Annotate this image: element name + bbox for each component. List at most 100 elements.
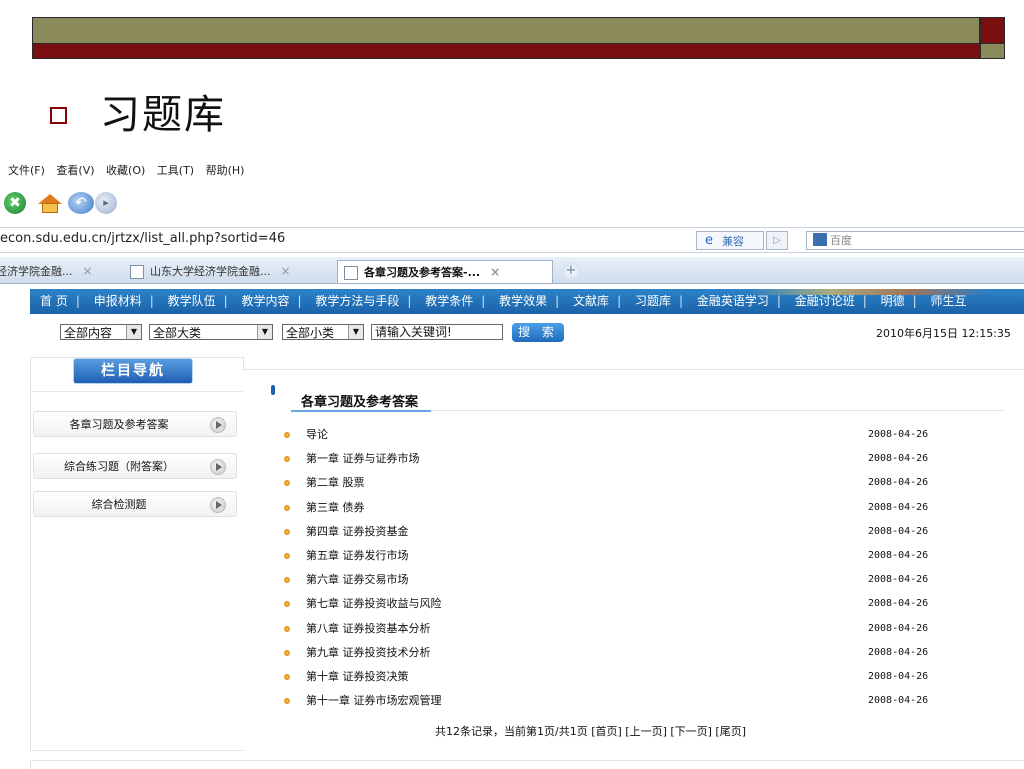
item-link[interactable]: 第二章 股票 (306, 476, 365, 490)
nav-mingde[interactable]: 明德 (881, 294, 905, 308)
sidebar: 栏目导航 各章习题及参考答案 综合练习题（附答案） 综合检测题 (30, 357, 244, 751)
list-item: 第十章 证券投资决策 2008-04-26 (243, 670, 1024, 694)
item-link[interactable]: 第十一章 证券市场宏观管理 (306, 694, 442, 708)
list-item: 第四章 证券投资基金 2008-04-26 (243, 525, 1024, 549)
go-button[interactable]: ▷ (766, 231, 788, 250)
tab-bar: 经济学院金融... × 山东大学经济学院金融... × 各章习题及参考答案-... ×… (0, 257, 1024, 284)
nav-exercises[interactable]: 习题库 (635, 294, 671, 308)
list-item: 第七章 证券投资收益与风险 2008-04-26 (243, 597, 1024, 621)
search-box[interactable]: 百度 (806, 231, 1024, 250)
site-nav: 首 页 | 申报材料 | 教学队伍 | 教学内容 | 教学方法与手段 | 教学条件 | 教学… (30, 289, 1024, 314)
section-title: 各章习题及参考答案 (301, 395, 419, 410)
sidebar-item-comprehensive-tests[interactable]: 综合检测题 (33, 491, 237, 517)
close-tab-icon[interactable]: × (281, 264, 291, 278)
item-link[interactable]: 第九章 证券投资技术分析 (306, 646, 431, 660)
item-date: 2008-04-26 (868, 549, 929, 561)
list-item: 第二章 股票 2008-04-26 (243, 476, 1024, 500)
tab-exercises-active[interactable]: 各章习题及参考答案-... × (337, 260, 553, 283)
list-item: 第一章 证券与证券市场 2008-04-26 (243, 452, 1024, 476)
list-item: 导论 2008-04-26 (243, 428, 1024, 452)
pagination[interactable]: 共12条记录，当前第1页/共1页 [首页] [上一页] [下一页] [尾页] (435, 723, 746, 739)
nav-library[interactable]: 文献库 (573, 294, 609, 308)
menu-help[interactable]: 帮助(H) (206, 160, 245, 182)
nav-faculty[interactable]: 教学队伍 (168, 294, 216, 308)
tab-label: 各章习题及参考答案-... (364, 266, 481, 279)
slide-bullet-icon (50, 107, 67, 124)
nav-home[interactable]: 首 页 (40, 294, 68, 308)
new-tab-icon[interactable]: + (562, 262, 580, 280)
nav-methods[interactable]: 教学方法与手段 (315, 294, 399, 308)
item-link[interactable]: 第八章 证券投资基本分析 (306, 622, 431, 636)
list-item: 第十一章 证券市场宏观管理 2008-04-26 (243, 694, 1024, 718)
content-select[interactable]: 全部内容 ▼ (60, 324, 142, 340)
sidebar-item-chapter-exercises[interactable]: 各章习题及参考答案 (33, 411, 237, 437)
ie-icon: e (705, 233, 713, 248)
bullet-icon (284, 698, 290, 705)
bullet-icon (284, 673, 290, 680)
keyword-input[interactable]: 请输入关键词! (371, 324, 503, 340)
item-date: 2008-04-26 (868, 598, 929, 610)
forward-icon[interactable]: ▸ (95, 192, 117, 214)
item-link[interactable]: 第五章 证券发行市场 (306, 549, 409, 563)
bullet-icon (284, 480, 290, 487)
chevron-down-icon: ▼ (126, 325, 141, 339)
nav-application[interactable]: 申报材料 (94, 294, 142, 308)
list-item: 第五章 证券发行市场 2008-04-26 (243, 549, 1024, 573)
menu-tools[interactable]: 工具(T) (157, 160, 194, 182)
item-link[interactable]: 第十章 证券投资决策 (306, 670, 409, 684)
nav-seminar[interactable]: 金融讨论班 (795, 294, 855, 308)
sidebar-heading: 栏目导航 (73, 358, 193, 384)
nav-english[interactable]: 金融英语学习 (697, 294, 769, 308)
slide-title: 习题库 (100, 92, 226, 138)
item-date: 2008-04-26 (868, 574, 929, 586)
divider (31, 391, 243, 392)
list-item: 第九章 证券投资技术分析 2008-04-26 (243, 646, 1024, 670)
slide-corner-square (980, 17, 1005, 44)
sidebar-item-comprehensive-exercises[interactable]: 综合练习题（附答案） (33, 453, 237, 479)
nav-interaction[interactable]: 师生互 (931, 294, 967, 308)
item-link[interactable]: 第一章 证券与证券市场 (306, 452, 420, 466)
bullet-icon (284, 504, 290, 511)
play-arrow-icon (210, 417, 226, 433)
exercise-list: 导论 2008-04-26 第一章 证券与证券市场 2008-04-26 第二章 股… (243, 428, 1024, 718)
item-date: 2008-04-26 (868, 453, 929, 465)
stop-icon[interactable]: ✖ (4, 192, 26, 214)
item-link[interactable]: 第四章 证券投资基金 (306, 525, 409, 539)
menu-file[interactable]: 文件(F) (8, 160, 45, 182)
item-link[interactable]: 导论 (306, 428, 328, 442)
search-button[interactable]: 搜 索 (512, 323, 564, 342)
slide-corner-square-accent (980, 43, 1005, 59)
close-tab-icon[interactable]: × (490, 265, 500, 279)
url-field[interactable]: econ.sdu.edu.cn/jrtzx/list_all.php?sorti… (0, 231, 285, 246)
bullet-icon (284, 552, 290, 559)
list-item: 第八章 证券投资基本分析 2008-04-26 (243, 622, 1024, 646)
tab-finance-college[interactable]: 经济学院金融... × (0, 260, 124, 282)
nav-content[interactable]: 教学内容 (241, 294, 289, 308)
item-date: 2008-04-26 (868, 695, 929, 707)
item-link[interactable]: 第六章 证券交易市场 (306, 573, 409, 587)
item-date: 2008-04-26 (868, 670, 929, 682)
item-link[interactable]: 第七章 证券投资收益与风险 (306, 597, 442, 611)
tab-sdu-finance[interactable]: 山东大学经济学院金融... × (124, 260, 340, 282)
home-icon[interactable] (38, 192, 62, 214)
category-select[interactable]: 全部大类 ▼ (149, 324, 273, 340)
subcategory-select[interactable]: 全部小类 ▼ (282, 324, 364, 340)
close-tab-icon[interactable]: × (83, 264, 93, 278)
nav-conditions[interactable]: 教学条件 (425, 294, 473, 308)
compat-mode-button[interactable]: e 兼容 (696, 231, 764, 250)
nav-results[interactable]: 教学效果 (499, 294, 547, 308)
slide-header-bar (32, 17, 980, 44)
menu-view[interactable]: 查看(V) (56, 160, 94, 182)
section-marker-icon (271, 385, 275, 395)
list-item: 第六章 证券交易市场 2008-04-26 (243, 573, 1024, 597)
back-icon[interactable]: ↶ (68, 192, 94, 214)
list-item: 第三章 债券 2008-04-26 (243, 501, 1024, 525)
browser-menubar: 文件(F) 查看(V) 收藏(O) 工具(T) 帮助(H) (0, 160, 1024, 182)
item-date: 2008-04-26 (868, 622, 929, 634)
play-arrow-icon (210, 459, 226, 475)
page-icon (130, 265, 144, 279)
bullet-icon (284, 649, 290, 656)
item-link[interactable]: 第三章 债券 (306, 501, 365, 515)
menu-favorites[interactable]: 收藏(O) (106, 160, 145, 182)
item-date: 2008-04-26 (868, 477, 929, 489)
